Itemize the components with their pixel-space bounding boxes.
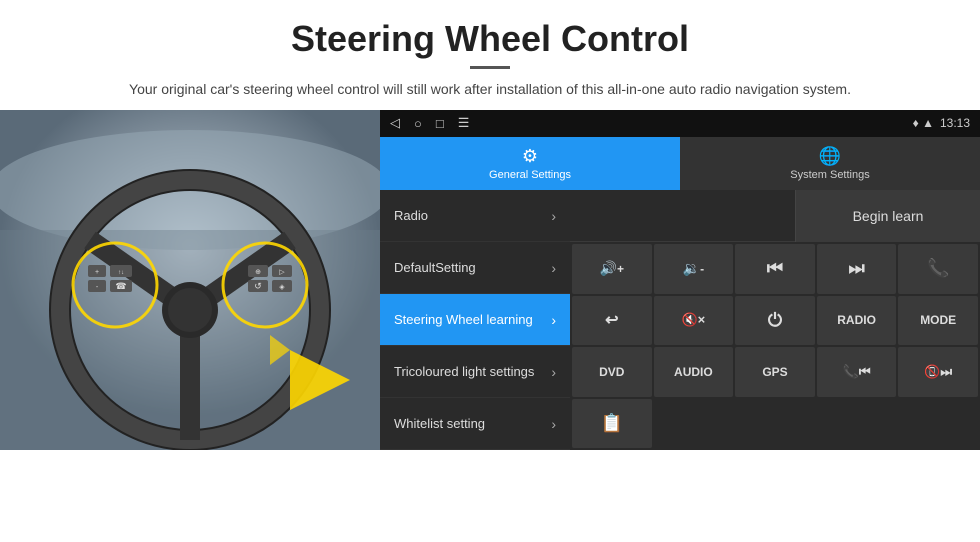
tab-general-label: General Settings bbox=[489, 169, 571, 181]
empty-btn-3 bbox=[817, 399, 897, 449]
menu-default-arrow: › bbox=[551, 260, 556, 276]
svg-text:▷: ▷ bbox=[279, 269, 285, 276]
menu-item-default[interactable]: DefaultSetting › bbox=[380, 242, 570, 294]
vol-up-icon: 🔊+ bbox=[600, 260, 624, 277]
phone-next-icon: 📵⏭ bbox=[924, 364, 952, 380]
power-button[interactable]: ⏻ bbox=[735, 296, 815, 346]
dvd-button[interactable]: DVD bbox=[572, 347, 652, 397]
dvd-label: DVD bbox=[599, 365, 624, 379]
gps-button[interactable]: GPS bbox=[735, 347, 815, 397]
radio-label: RADIO bbox=[837, 313, 876, 327]
top-row: Begin learn bbox=[570, 190, 980, 242]
power-icon: ⏻ bbox=[768, 310, 782, 331]
svg-text:↺: ↺ bbox=[254, 281, 262, 291]
menu-default-label: DefaultSetting bbox=[394, 260, 476, 275]
back-icon[interactable]: ◁ bbox=[390, 115, 400, 131]
empty-btn-2 bbox=[735, 399, 815, 449]
next-track-button[interactable]: ⏭ bbox=[817, 244, 897, 294]
tab-system-settings[interactable]: 🌐 System Settings bbox=[680, 137, 980, 190]
audio-label: AUDIO bbox=[674, 365, 713, 379]
svg-text:☎: ☎ bbox=[115, 281, 126, 291]
hang-up-icon: ↩ bbox=[605, 310, 618, 330]
signal-icons: ♦ ▲ bbox=[913, 116, 934, 130]
hang-up-button[interactable]: ↩ bbox=[572, 296, 652, 346]
button-grid: 🔊+ 🔉- ⏮ ⏭ 📞 ↩ bbox=[570, 242, 980, 450]
mode-label: MODE bbox=[920, 313, 956, 327]
empty-btn-1 bbox=[654, 399, 734, 449]
menu-radio-arrow: › bbox=[551, 208, 556, 224]
android-ui: ◁ ○ □ ☰ ♦ ▲ 13:13 ⚙ General Settings 🌐 S… bbox=[380, 110, 980, 450]
steering-wheel-image: + - ↑↓ ☎ ⊕ ▷ ↺ ◈ bbox=[0, 110, 380, 450]
begin-learn-button[interactable]: Begin learn bbox=[795, 190, 980, 242]
phone-icon: 📞 bbox=[927, 258, 949, 279]
prev-track-icon: ⏮ bbox=[767, 258, 783, 279]
home-icon[interactable]: ○ bbox=[414, 116, 422, 131]
status-bar-nav-icons: ◁ ○ □ ☰ bbox=[390, 115, 469, 131]
empty-btn-4 bbox=[898, 399, 978, 449]
svg-text:+: + bbox=[95, 269, 99, 276]
menu-whitelist-label: Whitelist setting bbox=[394, 416, 485, 431]
main-content: Radio › DefaultSetting › Steering Wheel … bbox=[380, 190, 980, 450]
right-panel: Begin learn 🔊+ 🔉- ⏮ ⏭ bbox=[570, 190, 980, 450]
prev-track-button[interactable]: ⏮ bbox=[735, 244, 815, 294]
svg-text:↑↓: ↑↓ bbox=[118, 270, 124, 276]
phone-prev-icon: 📞⏮ bbox=[843, 364, 871, 380]
menu-icon[interactable]: ☰ bbox=[458, 115, 470, 131]
page-subtitle: Your original car's steering wheel contr… bbox=[60, 79, 920, 100]
menu-whitelist-arrow: › bbox=[551, 416, 556, 432]
menu-item-whitelist[interactable]: Whitelist setting › bbox=[380, 398, 570, 450]
mute-icon: 🔇× bbox=[682, 312, 706, 328]
top-row-empty bbox=[570, 190, 795, 241]
menu-steering-label: Steering Wheel learning bbox=[394, 312, 533, 327]
mode-button[interactable]: MODE bbox=[898, 296, 978, 346]
menu-item-tricoloured[interactable]: Tricoloured light settings › bbox=[380, 346, 570, 398]
extra-icon: 📋 bbox=[601, 413, 623, 434]
clock: 13:13 bbox=[940, 116, 970, 130]
menu-radio-label: Radio bbox=[394, 208, 428, 223]
tab-system-label: System Settings bbox=[790, 169, 869, 181]
svg-text:⊕: ⊕ bbox=[255, 269, 261, 276]
phone-button[interactable]: 📞 bbox=[898, 244, 978, 294]
status-bar-right: ♦ ▲ 13:13 bbox=[913, 116, 970, 130]
phone-next-button[interactable]: 📵⏭ bbox=[898, 347, 978, 397]
next-track-icon: ⏭ bbox=[848, 258, 864, 279]
general-settings-icon: ⚙ bbox=[522, 146, 538, 167]
menu-item-radio[interactable]: Radio › bbox=[380, 190, 570, 242]
vol-down-icon: 🔉- bbox=[683, 260, 704, 277]
system-settings-icon: 🌐 bbox=[819, 146, 841, 167]
menu-tricoloured-label: Tricoloured light settings bbox=[394, 364, 534, 379]
page-title: Steering Wheel Control bbox=[60, 18, 920, 60]
gps-label: GPS bbox=[762, 365, 787, 379]
tab-general-settings[interactable]: ⚙ General Settings bbox=[380, 137, 680, 190]
menu-tricoloured-arrow: › bbox=[551, 364, 556, 380]
tab-bar: ⚙ General Settings 🌐 System Settings bbox=[380, 137, 980, 190]
mute-button[interactable]: 🔇× bbox=[654, 296, 734, 346]
recents-icon[interactable]: □ bbox=[436, 116, 444, 131]
vol-up-button[interactable]: 🔊+ bbox=[572, 244, 652, 294]
status-bar: ◁ ○ □ ☰ ♦ ▲ 13:13 bbox=[380, 110, 980, 137]
phone-prev-button[interactable]: 📞⏮ bbox=[817, 347, 897, 397]
title-divider bbox=[470, 66, 510, 69]
left-menu: Radio › DefaultSetting › Steering Wheel … bbox=[380, 190, 570, 450]
vol-down-button[interactable]: 🔉- bbox=[654, 244, 734, 294]
menu-steering-arrow: › bbox=[551, 312, 556, 328]
radio-button[interactable]: RADIO bbox=[817, 296, 897, 346]
audio-button[interactable]: AUDIO bbox=[654, 347, 734, 397]
header-section: Steering Wheel Control Your original car… bbox=[0, 0, 980, 110]
svg-text:◈: ◈ bbox=[279, 284, 285, 291]
content-area: + - ↑↓ ☎ ⊕ ▷ ↺ ◈ bbox=[0, 110, 980, 450]
steering-wheel-svg: + - ↑↓ ☎ ⊕ ▷ ↺ ◈ bbox=[0, 110, 380, 450]
extra-button[interactable]: 📋 bbox=[572, 399, 652, 449]
menu-item-steering[interactable]: Steering Wheel learning › bbox=[380, 294, 570, 346]
